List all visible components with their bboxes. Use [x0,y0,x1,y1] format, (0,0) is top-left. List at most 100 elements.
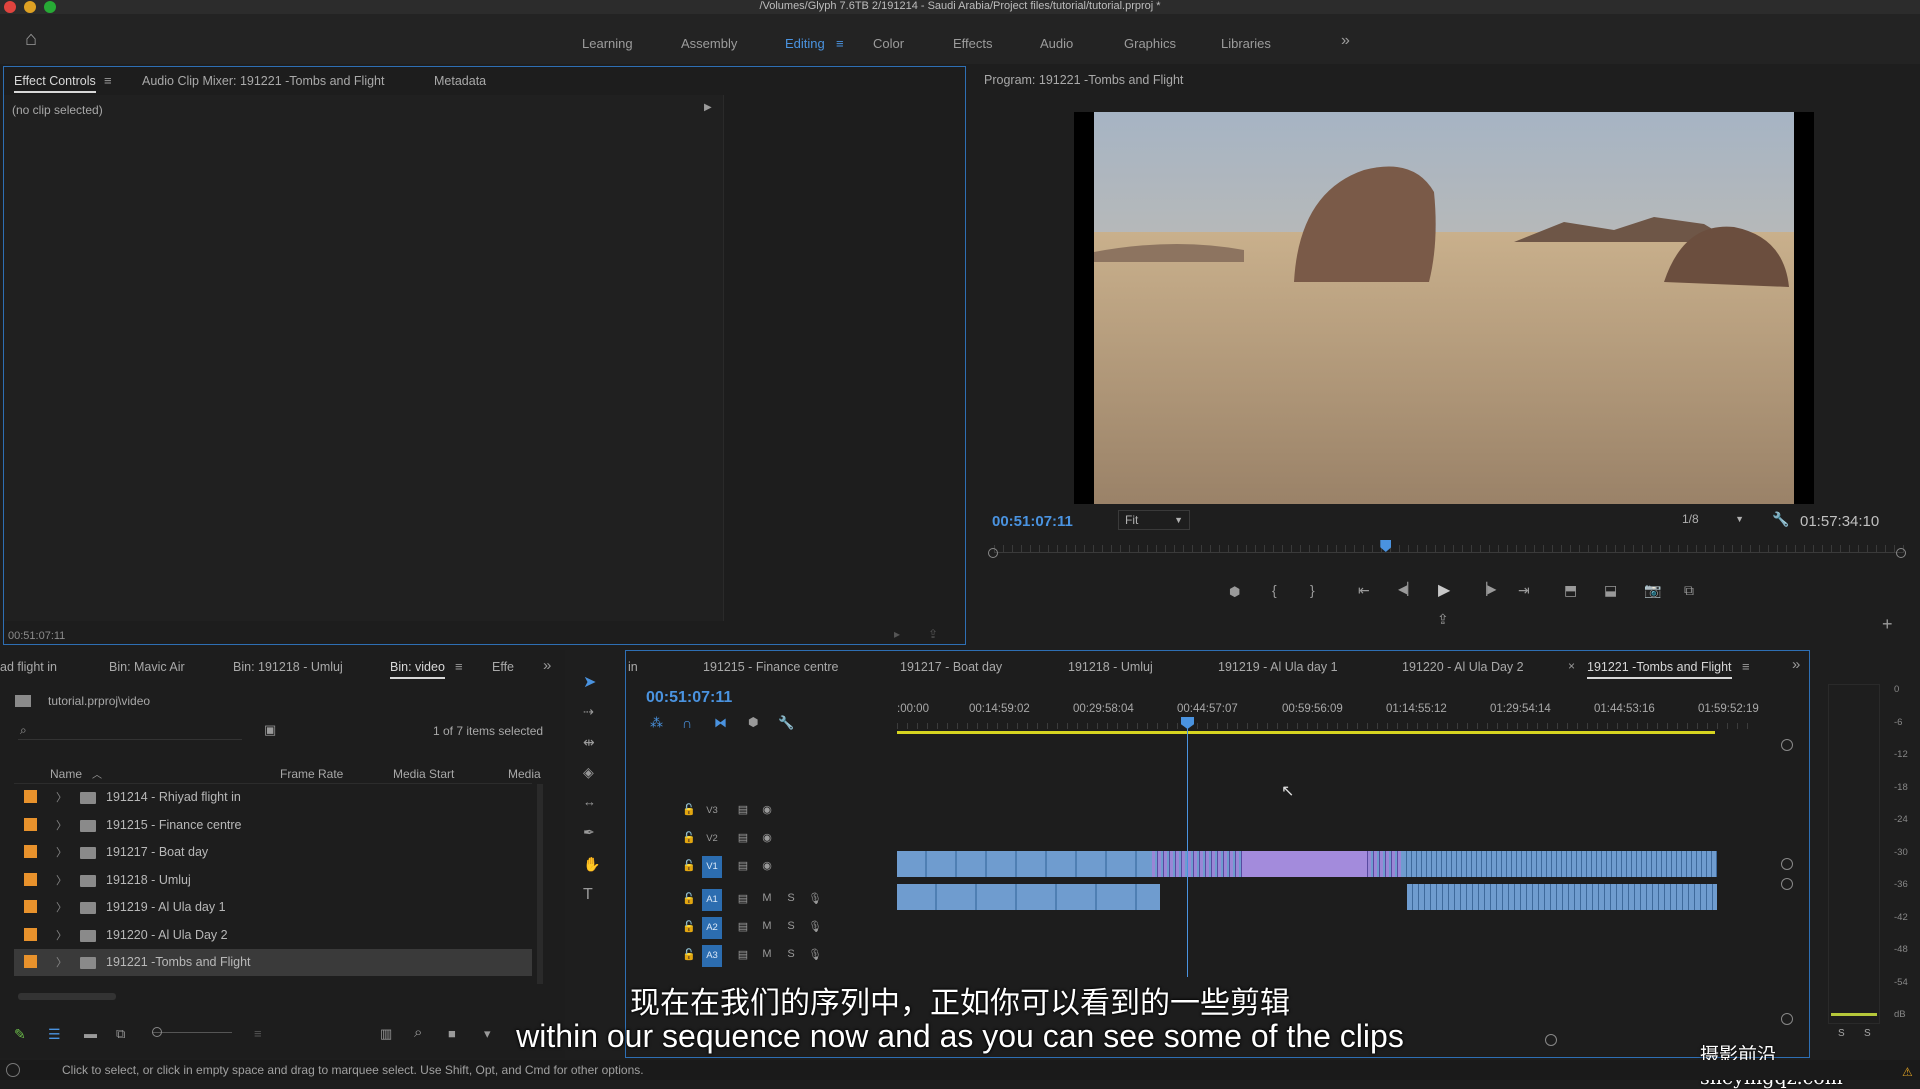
time-ruler[interactable]: :00:00 00:14:59:02 00:29:58:04 00:44:57:07 0… [897,703,1759,721]
eye-icon[interactable]: ◉ [760,803,774,817]
tab-seq-tombs-and-flight[interactable]: 191221 -Tombs and Flight [1587,660,1732,679]
v-zoom-handle-mid[interactable] [1781,858,1793,870]
tab-bin-flight[interactable]: ad flight in [0,660,57,674]
mute-button[interactable]: M [760,948,774,962]
label-color-swatch[interactable] [24,927,37,941]
track-lock-icon[interactable]: 🔓 [682,803,696,817]
tab-bin-video[interactable]: Bin: video [390,660,445,679]
bin-item[interactable]: 〉 191214 - Rhiyad flight in [14,784,532,811]
type-tool-icon[interactable]: T [583,886,593,904]
expand-chevron-icon[interactable]: 〉 [56,927,67,943]
tab-seq-boat-day[interactable]: 191217 - Boat day [900,660,1002,674]
pen-tool-icon[interactable]: ✒ [583,824,595,841]
panel-menu-icon[interactable]: ≡ [455,659,463,674]
timeline-timecode[interactable]: 00:51:07:11 [646,689,732,707]
solo-button[interactable]: S [784,948,798,962]
bin-search-input[interactable]: ⌕ [18,722,242,740]
track-target-v2[interactable]: V2 [702,828,722,850]
sync-lock-icon[interactable]: ▤ [736,803,750,817]
tab-effect-controls[interactable]: Effect Controls [14,74,96,93]
workspace-menu-icon[interactable]: ≡ [836,36,844,51]
expand-chevron-icon[interactable]: 〉 [56,872,67,888]
export-icon[interactable]: ⇪ [928,627,938,641]
bin-item[interactable]: 〉 191220 - Al Ula Day 2 [14,922,532,949]
bin-item[interactable]: 〉 191215 - Finance centre [14,812,532,839]
filter-icon[interactable]: ▸ [894,627,900,641]
workspace-editing[interactable]: Editing [785,36,825,51]
workspace-graphics[interactable]: Graphics [1124,36,1176,51]
track-lock-icon[interactable]: 🔓 [682,859,696,873]
panel-menu-icon[interactable]: ≡ [1742,659,1750,674]
panel-overflow-icon[interactable]: » [1792,656,1800,673]
track-lock-icon[interactable]: 🔓 [682,831,696,845]
sort-ascending-icon[interactable]: ︿ [92,766,102,781]
column-media[interactable]: Media [508,767,541,781]
workspace-assembly[interactable]: Assembly [681,36,737,51]
eye-icon[interactable]: ◉ [760,859,774,873]
label-color-swatch[interactable] [24,900,37,913]
sync-lock-icon[interactable]: ▤ [736,920,750,934]
workspace-overflow-icon[interactable]: » [1341,32,1350,50]
step-forward-icon[interactable]: ▕▶ [1478,582,1496,596]
column-media-start[interactable]: Media Start [393,767,454,781]
column-frame-rate[interactable]: Frame Rate [280,767,343,781]
workspace-audio[interactable]: Audio [1040,36,1073,51]
expand-chevron-icon[interactable]: 〉 [56,899,67,915]
label-color-swatch[interactable] [24,955,37,968]
label-color-swatch[interactable] [24,872,37,886]
step-back-icon[interactable]: ◀▏ [1398,582,1416,596]
a1-clip-group-b[interactable] [1407,884,1717,910]
razor-tool-icon[interactable]: ◈ [583,764,594,781]
expand-chevron-icon[interactable]: 〉 [56,844,67,860]
play-icon[interactable]: ▶ [1438,580,1450,600]
column-name[interactable]: Name [50,767,82,781]
track-lock-icon[interactable]: 🔓 [682,920,696,934]
go-to-in-icon[interactable]: ⇤ [1358,582,1370,599]
bin-item[interactable]: 〉 191217 - Boat day [14,839,532,866]
label-color-swatch[interactable] [24,817,37,831]
mark-out-icon[interactable]: } [1310,582,1315,598]
solo-button[interactable]: S [784,892,798,906]
expand-chevron-icon[interactable]: 〉 [56,789,67,805]
mute-button[interactable]: M [760,920,774,934]
go-to-out-icon[interactable]: ⇥ [1518,582,1530,599]
track-target-v3[interactable]: V3 [702,800,722,822]
sync-lock-icon[interactable]: ▤ [736,831,750,845]
program-timecode[interactable]: 00:51:07:11 [992,513,1073,530]
new-search-bin-icon[interactable]: ▣ [264,722,276,738]
video-frame[interactable] [1074,112,1814,504]
tab-metadata[interactable]: Metadata [434,74,486,88]
bin-scrollbar[interactable] [537,784,543,984]
close-window-button[interactable] [4,1,16,13]
panel-menu-icon[interactable]: ≡ [104,73,112,88]
ripple-edit-tool-icon[interactable]: ⇹ [583,734,595,751]
home-icon[interactable]: ⌂ [20,28,42,50]
expand-chevron-icon[interactable]: 〉 [56,817,67,833]
scrubber-end-handle[interactable] [1896,548,1906,558]
button-editor-plus-icon[interactable]: + [1882,614,1893,635]
scrubber-start-handle[interactable] [988,548,998,558]
bin-item[interactable]: 〉 191219 - Al Ula day 1 [14,894,532,921]
hand-tool-icon[interactable]: ✋ [583,856,600,873]
track-lock-icon[interactable]: 🔓 [682,892,696,906]
v1-clip-selected[interactable] [1242,851,1367,877]
export-frame-camera-icon[interactable]: 📷 [1644,582,1661,599]
a1-clip-group-a[interactable] [897,884,1160,910]
tab-audio-clip-mixer[interactable]: Audio Clip Mixer: 191221 -Tombs and Flig… [142,74,384,88]
resolution-select[interactable]: 1/8 ▼ [1682,510,1748,530]
tab-seq-in[interactable]: in [628,660,638,674]
track-target-a3[interactable]: A3 [702,945,722,967]
snap-magnet-icon[interactable]: ∩ [682,715,692,731]
extract-icon[interactable]: ⬓ [1604,582,1617,599]
mute-button[interactable]: M [760,892,774,906]
v1-clip-group-a[interactable] [897,851,1152,877]
microphone-icon[interactable]: 🎙 [808,948,822,962]
status-indicator-icon[interactable] [6,1063,20,1077]
track-target-a2[interactable]: A2 [702,917,722,939]
minimize-window-button[interactable] [24,1,36,13]
track-select-tool-icon[interactable]: ⇢ [583,704,594,720]
expand-chevron-icon[interactable]: 〉 [56,954,67,970]
nest-toggle-icon[interactable]: ⁂ [650,715,663,731]
zoom-window-button[interactable] [44,1,56,13]
track-lock-icon[interactable]: 🔓 [682,948,696,962]
